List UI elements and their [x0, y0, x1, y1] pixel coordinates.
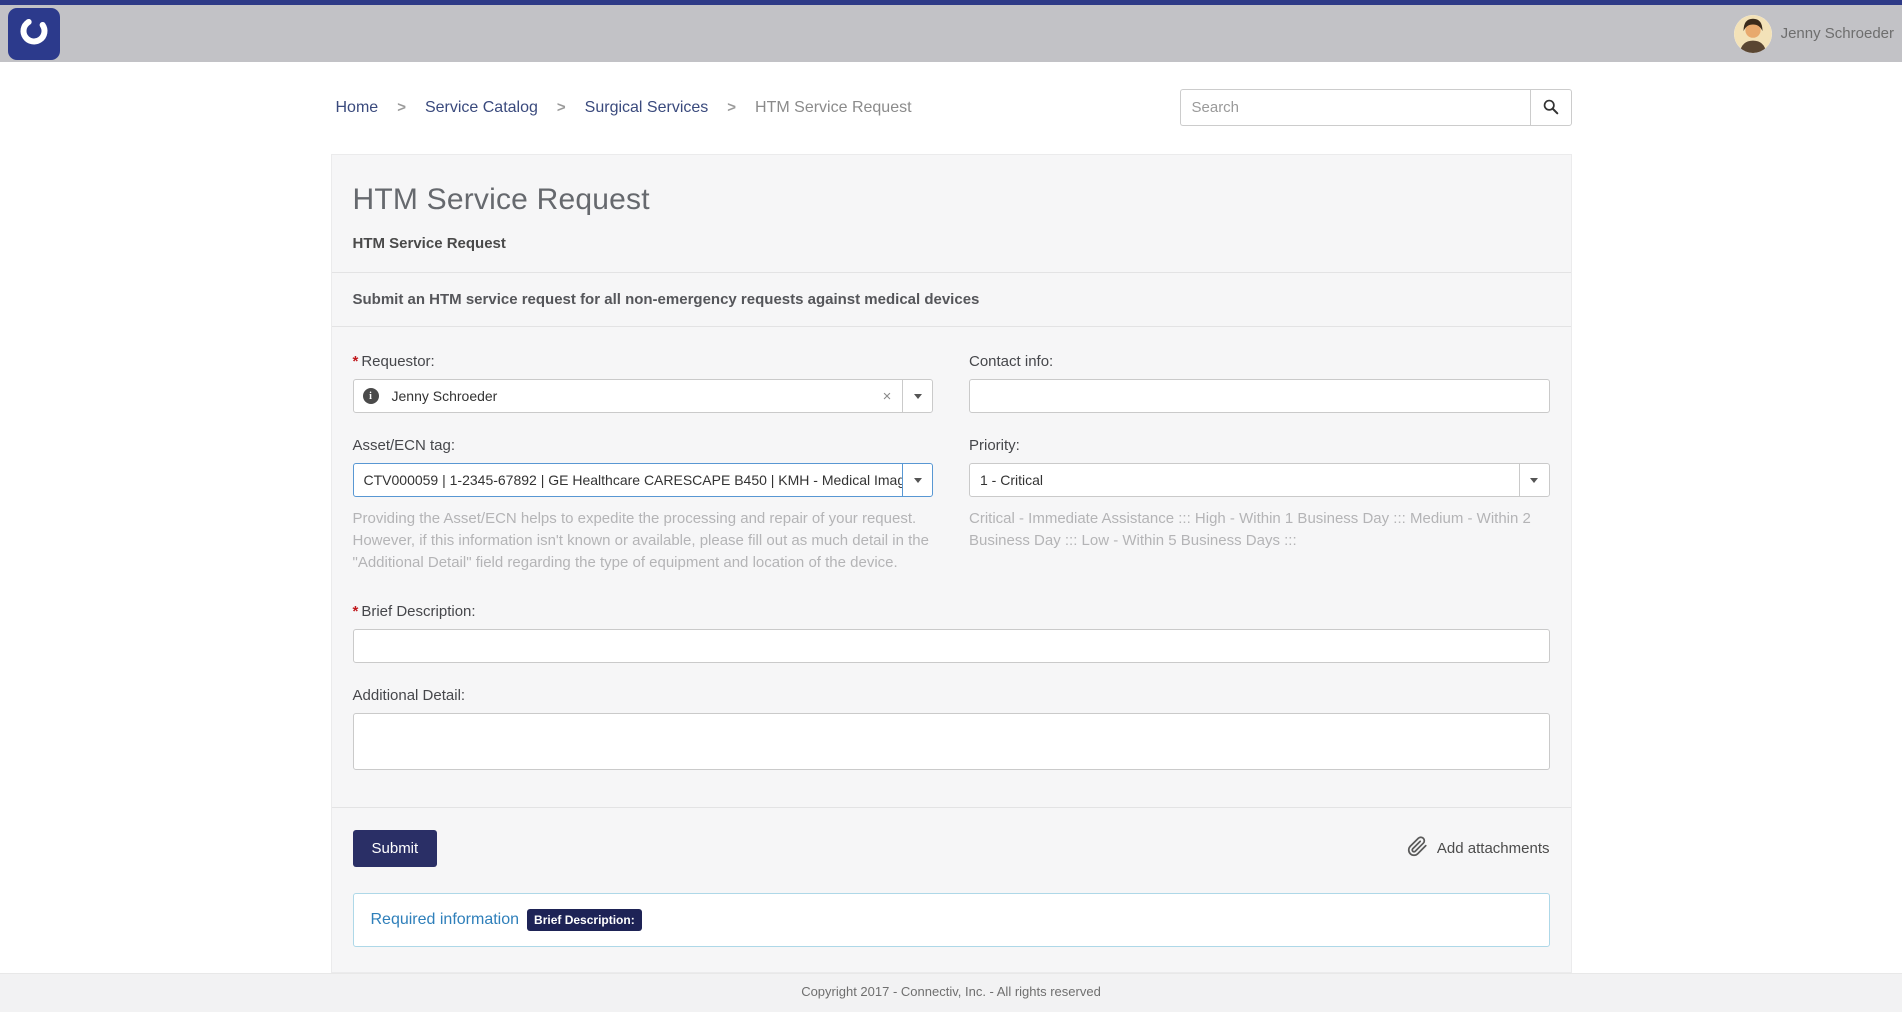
required-info-box: Required information Brief Description: [353, 893, 1550, 947]
additional-detail-label: Additional Detail: [353, 687, 1550, 704]
breadcrumb: Home > Service Catalog > Surgical Servic… [331, 99, 912, 117]
breadcrumb-item-home[interactable]: Home [336, 99, 379, 117]
required-field-badge: Brief Description: [527, 909, 642, 931]
requestor-dropdown-button[interactable] [902, 380, 932, 412]
breadcrumb-bar: Home > Service Catalog > Surgical Servic… [0, 62, 1902, 154]
breadcrumb-separator: > [727, 99, 736, 116]
footer-copyright: Copyright 2017 - Connectiv, Inc. - All r… [801, 984, 1101, 999]
brand-logo-icon [16, 13, 52, 54]
info-icon[interactable]: i [354, 380, 388, 412]
search-input[interactable] [1180, 89, 1530, 126]
brief-description-label: *Brief Description: [353, 603, 1550, 620]
chevron-down-icon [1530, 478, 1538, 483]
form-body: *Requestor: i Jenny Schroeder × Contact … [332, 326, 1571, 807]
requestor-label: *Requestor: [353, 353, 934, 370]
search-button[interactable] [1530, 89, 1572, 126]
card-header: HTM Service Request HTM Service Request [332, 155, 1571, 272]
paperclip-icon [1407, 836, 1428, 861]
requestor-combobox[interactable]: i Jenny Schroeder × [353, 379, 934, 413]
submit-button[interactable]: Submit [353, 830, 438, 867]
asset-tag-label: Asset/ECN tag: [353, 437, 934, 454]
clear-icon[interactable]: × [872, 380, 902, 412]
page-title: HTM Service Request [353, 183, 1550, 217]
add-attachments-label: Add attachments [1437, 840, 1550, 857]
contact-info-input[interactable] [969, 379, 1550, 413]
chevron-down-icon [914, 478, 922, 483]
contact-info-label: Contact info: [969, 353, 1550, 370]
required-marker: * [353, 603, 359, 620]
footer: Copyright 2017 - Connectiv, Inc. - All r… [0, 973, 1902, 1012]
service-request-card: HTM Service Request HTM Service Request … [331, 154, 1572, 973]
required-marker: * [353, 353, 359, 370]
brief-description-input[interactable] [353, 629, 1550, 663]
add-attachments-button[interactable]: Add attachments [1407, 836, 1550, 861]
asset-tag-select[interactable]: CTV000059 | 1-2345-67892 | GE Healthcare… [353, 463, 934, 497]
user-menu[interactable]: Jenny Schroeder [1734, 15, 1894, 53]
top-bar: Jenny Schroeder [0, 0, 1902, 62]
asset-tag-dropdown-button[interactable] [902, 464, 932, 496]
avatar [1734, 15, 1772, 53]
breadcrumb-item-surgical-services[interactable]: Surgical Services [585, 99, 709, 117]
user-name: Jenny Schroeder [1781, 25, 1894, 42]
asset-tag-help-text: Providing the Asset/ECN helps to expedit… [353, 508, 934, 573]
priority-help-text: Critical - Immediate Assistance ::: High… [969, 508, 1550, 552]
chevron-down-icon [914, 394, 922, 399]
page: Jenny Schroeder Home > Service Catalog >… [0, 0, 1902, 1012]
priority-label: Priority: [969, 437, 1550, 454]
app-logo[interactable] [8, 8, 60, 60]
additional-detail-textarea[interactable] [353, 713, 1550, 770]
breadcrumb-separator: > [557, 99, 566, 116]
priority-select[interactable]: 1 - Critical [969, 463, 1550, 497]
asset-tag-value: CTV000059 | 1-2345-67892 | GE Healthcare… [354, 464, 903, 496]
breadcrumb-item-current: HTM Service Request [755, 99, 912, 117]
form-actions: Submit Add attachments [332, 807, 1571, 867]
page-subtitle: HTM Service Request [353, 235, 1550, 252]
priority-value: 1 - Critical [970, 464, 1519, 496]
required-info-label: Required information [371, 911, 520, 929]
search-group [1180, 89, 1572, 126]
requestor-value: Jenny Schroeder [388, 380, 873, 412]
form-description: Submit an HTM service request for all no… [332, 272, 1571, 326]
priority-dropdown-button[interactable] [1519, 464, 1549, 496]
breadcrumb-separator: > [397, 99, 406, 116]
breadcrumb-item-service-catalog[interactable]: Service Catalog [425, 99, 538, 117]
search-icon [1542, 98, 1559, 118]
